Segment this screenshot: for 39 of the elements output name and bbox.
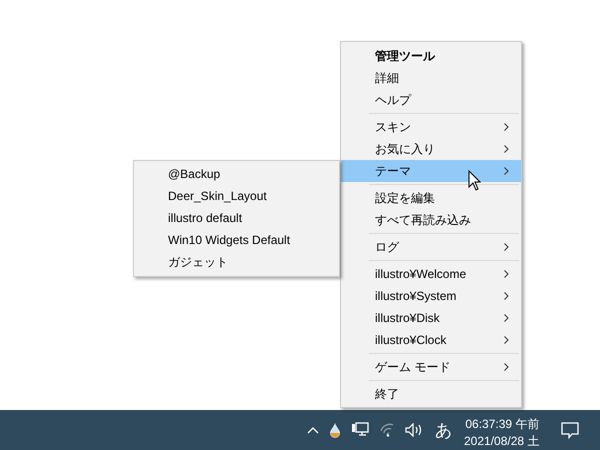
menu-item[interactable]: 設定を編集 — [341, 187, 521, 209]
menu-item[interactable]: illustro¥Disk — [341, 307, 521, 329]
menu-item[interactable]: スキン — [341, 116, 521, 138]
chevron-right-icon — [504, 292, 509, 300]
menu-item[interactable]: Win10 Widgets Default — [134, 229, 339, 251]
mouse-pointer-icon — [468, 170, 481, 191]
menu-item[interactable]: すべて再読み込み — [341, 209, 521, 231]
menu-item[interactable]: お気に入り — [341, 138, 521, 160]
chevron-right-icon — [504, 363, 509, 371]
menu-item[interactable]: 管理ツール — [341, 45, 521, 67]
menu-item[interactable]: illustro¥Clock — [341, 329, 521, 351]
speaker-icon[interactable] — [405, 423, 423, 437]
menu-item[interactable]: 終了 — [341, 383, 521, 405]
menu-item[interactable]: Deer_Skin_Layout — [134, 185, 339, 207]
chevron-right-icon — [504, 336, 509, 344]
menu-item[interactable]: ログ — [341, 236, 521, 258]
chevron-up-icon[interactable] — [307, 426, 319, 434]
wifi-icon[interactable] — [379, 423, 395, 437]
chevron-right-icon — [504, 145, 509, 153]
chevron-right-icon — [504, 314, 509, 322]
menu-item[interactable]: illustro¥Welcome — [341, 263, 521, 285]
menu-item[interactable]: 詳細 — [341, 67, 521, 89]
notification-icon[interactable] — [561, 422, 580, 438]
droplet-icon[interactable] — [329, 422, 341, 438]
chevron-right-icon — [504, 123, 509, 131]
menu-item[interactable]: illustro¥System — [341, 285, 521, 307]
menu-item[interactable]: illustro default — [134, 207, 339, 229]
clock-date[interactable]: 2021/08/28 土 — [464, 433, 540, 450]
menu-item[interactable]: ヘルプ — [341, 89, 521, 111]
chevron-right-icon — [504, 167, 509, 175]
menu-item[interactable]: テーマ — [341, 160, 521, 182]
chevron-right-icon — [504, 243, 509, 251]
chevron-right-icon — [504, 270, 509, 278]
menu-item[interactable]: ゲーム モード — [341, 356, 521, 378]
menu-item[interactable]: @Backup — [134, 163, 339, 185]
network-icon[interactable] — [351, 422, 369, 438]
clock-time[interactable]: 06:37:39 午前 — [465, 416, 540, 433]
menu-item[interactable]: ガジェット — [134, 251, 339, 273]
ime-indicator[interactable]: あ — [435, 418, 452, 442]
